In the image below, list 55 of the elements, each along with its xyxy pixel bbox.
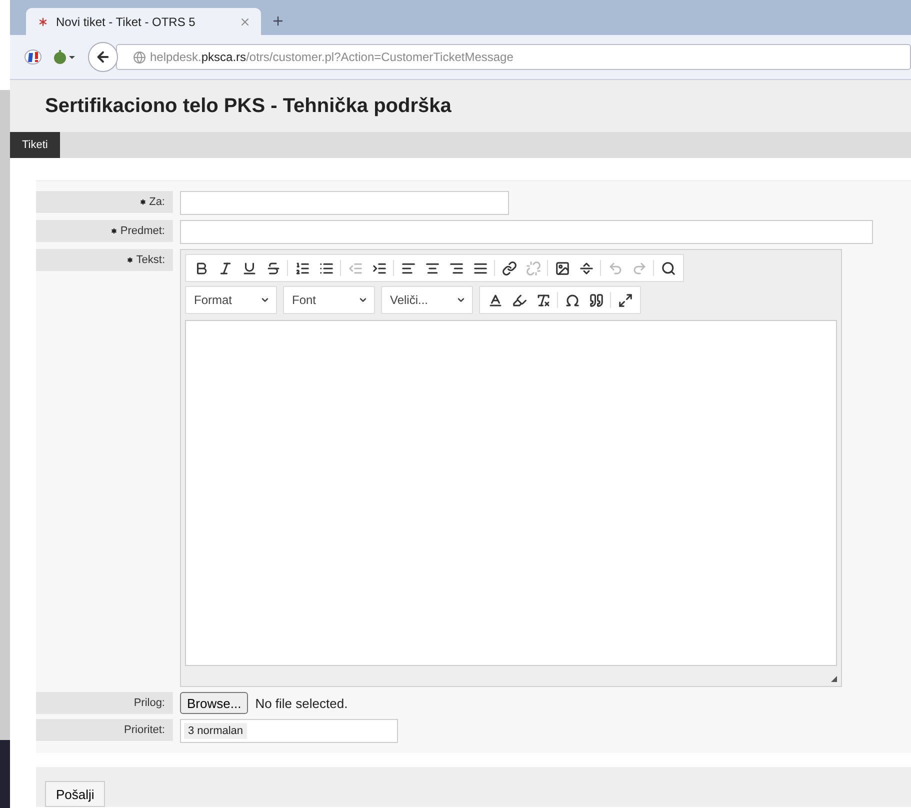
unlink-icon [526, 260, 540, 276]
nav-tab[interactable]: Tiketi [10, 132, 60, 158]
numbered-list-icon [294, 260, 310, 276]
align-left-icon [400, 260, 416, 276]
globe-icon [133, 50, 146, 64]
input-field[interactable] [180, 191, 509, 215]
caret-icon [260, 295, 270, 305]
outdent-icon [348, 260, 362, 276]
undo-icon [608, 260, 622, 276]
tab-title: Novi tiket - Tiket - OTRS 5 [56, 14, 196, 28]
back-button[interactable] [88, 42, 118, 72]
horizontal-rule-icon [578, 260, 594, 276]
browse-button[interactable]: Browse... [180, 692, 248, 714]
send-button[interactable]: Pošalji [45, 781, 106, 807]
field-label: Tekst: [136, 254, 165, 266]
priority-chip: 3 normalan [184, 723, 248, 739]
editor-dropdown[interactable]: Veliči... [381, 286, 473, 314]
priority-field[interactable]: 3 normalan [180, 719, 398, 743]
editor-dropdown[interactable]: Font [283, 286, 375, 314]
input-field[interactable] [180, 220, 873, 244]
field-label: Za: [149, 196, 165, 208]
resize-handle-icon[interactable] [831, 676, 837, 682]
align-center-icon [424, 260, 440, 276]
strikethrough-icon [266, 260, 280, 276]
search-icon [660, 260, 676, 276]
omega-icon [564, 292, 580, 308]
addon-icon[interactable] [24, 49, 42, 65]
quote-icon [588, 292, 604, 308]
underline-icon [242, 260, 256, 276]
field-label: Prilog: [134, 697, 165, 709]
back-arrow-icon [95, 49, 111, 65]
close-icon[interactable] [239, 16, 251, 28]
field-label: Prioritet: [124, 724, 165, 736]
align-right-icon [448, 260, 464, 276]
italic-icon [218, 260, 232, 276]
caret-icon [358, 295, 368, 305]
bullet-list-icon [318, 260, 334, 276]
text-color-icon [488, 292, 502, 308]
file-status: No file selected. [255, 696, 348, 710]
indent-icon [372, 260, 386, 276]
maximize-icon [618, 292, 632, 308]
browser-tab[interactable]: Novi tiket - Tiket - OTRS 5 [26, 8, 261, 35]
highlighter-icon [512, 292, 526, 308]
redo-icon [632, 260, 646, 276]
address-bar[interactable]: helpdesk.pksca.rs/otrs/customer.pl?Action=CustomerTicketMessage [116, 44, 911, 70]
page-title: Sertifikaciono telo PKS - Tehnička podrška [45, 94, 452, 118]
justify-icon [472, 260, 488, 276]
link-icon [502, 260, 516, 276]
new-tab-icon[interactable] [271, 14, 285, 28]
caret-icon [456, 295, 466, 305]
clear-format-icon [536, 292, 550, 308]
field-label: Predmet: [120, 225, 165, 237]
editor-dropdown[interactable]: Format [185, 286, 277, 314]
url-text: helpdesk.pksca.rs/otrs/customer.pl?Action=CustomerTicketMessage [150, 50, 514, 64]
image-icon [554, 260, 570, 276]
